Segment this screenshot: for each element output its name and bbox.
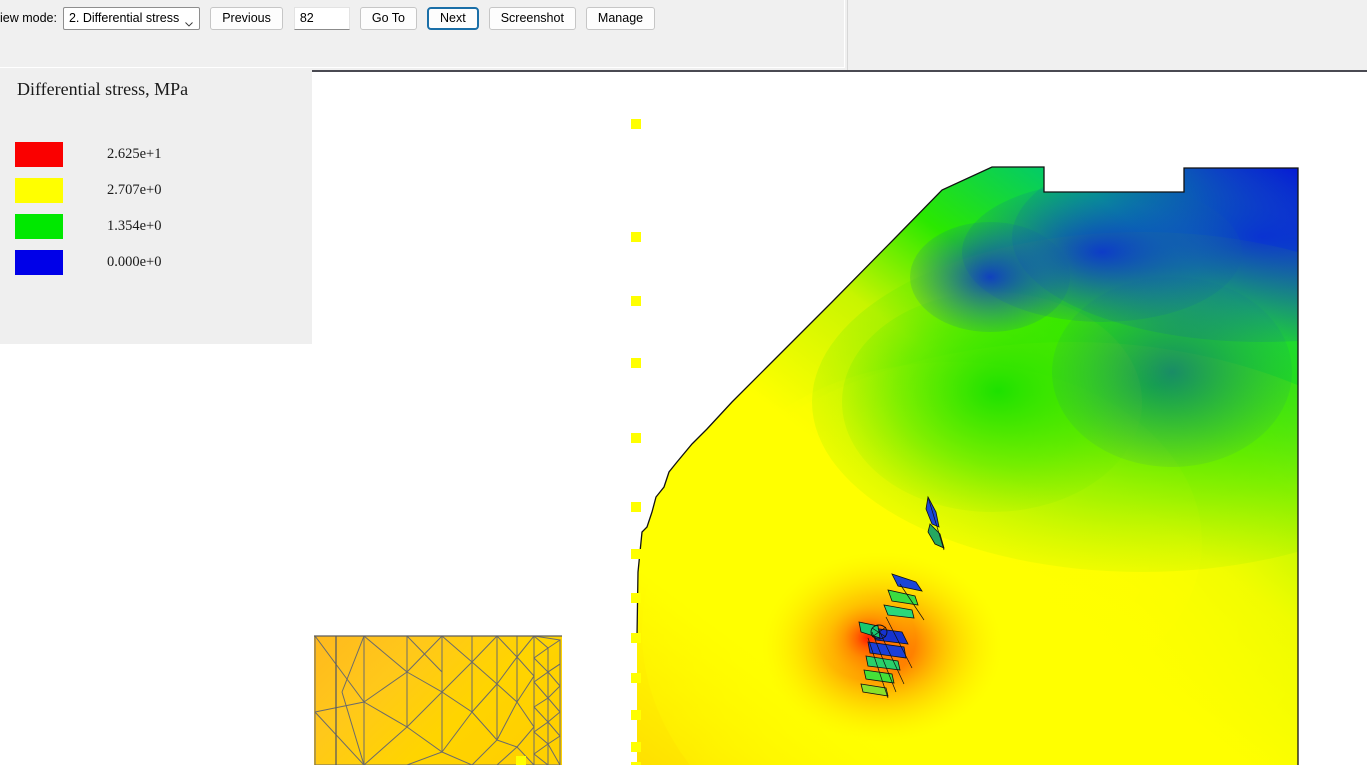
boundary-node-marker (631, 673, 641, 683)
next-button[interactable]: Next (426, 6, 479, 30)
stress-field-body (637, 167, 1298, 765)
legend-panel: Differential stress, MPa 2.625e+1 2.707e… (0, 70, 312, 344)
boundary-node-marker (631, 232, 641, 242)
go-to-button[interactable]: Go To (359, 6, 417, 30)
boundary-node-marker (631, 549, 641, 559)
view-mode-label: iew mode: (0, 11, 57, 25)
step-input[interactable] (293, 6, 350, 30)
fem-contour-plot (314, 166, 1299, 765)
toolbar: iew mode: 2. Differential stress Previou… (0, 0, 848, 70)
legend-swatch-yellow (15, 177, 63, 203)
boundary-node-marker (631, 502, 641, 512)
application-window: iew mode: 2. Differential stress Previou… (0, 0, 1367, 765)
legend-swatch-blue (15, 249, 63, 275)
boundary-node-marker-detached (516, 756, 526, 765)
boundary-node-marker (631, 742, 641, 752)
boundary-node-marker (631, 358, 641, 368)
legend-value: 2.625e+1 (107, 145, 162, 162)
legend-value: 0.000e+0 (107, 253, 162, 270)
boundary-node-marker (631, 710, 641, 720)
boundary-node-marker (631, 593, 641, 603)
toolbar-spacer (848, 0, 1367, 70)
legend-row: 0.000e+0 (15, 244, 162, 280)
chevron-down-icon (185, 16, 194, 27)
model-viewport[interactable] (312, 72, 1367, 765)
previous-button[interactable]: Previous (210, 6, 283, 30)
legend-row: 2.707e+0 (15, 172, 162, 208)
boundary-node-marker (631, 433, 641, 443)
fem-mesh-block (314, 636, 562, 765)
legend-title: Differential stress, MPa (17, 79, 189, 99)
view-mode-selected-value: 2. Differential stress (68, 11, 180, 25)
legend-entries: 2.625e+1 2.707e+0 1.354e+0 0.000e+0 (15, 136, 162, 280)
boundary-node-marker (631, 296, 641, 306)
boundary-node-marker (631, 119, 641, 129)
legend-swatch-red (15, 141, 63, 167)
view-mode-select[interactable]: 2. Differential stress (62, 6, 201, 30)
legend-row: 1.354e+0 (15, 208, 162, 244)
manage-button[interactable]: Manage (585, 6, 656, 30)
boundary-node-marker (631, 633, 641, 643)
legend-swatch-green (15, 213, 63, 239)
toolbar-controls: iew mode: 2. Differential stress Previou… (0, 6, 656, 30)
legend-value: 1.354e+0 (107, 217, 162, 234)
screenshot-button[interactable]: Screenshot (488, 6, 576, 30)
legend-value: 2.707e+0 (107, 181, 162, 198)
legend-row: 2.625e+1 (15, 136, 162, 172)
